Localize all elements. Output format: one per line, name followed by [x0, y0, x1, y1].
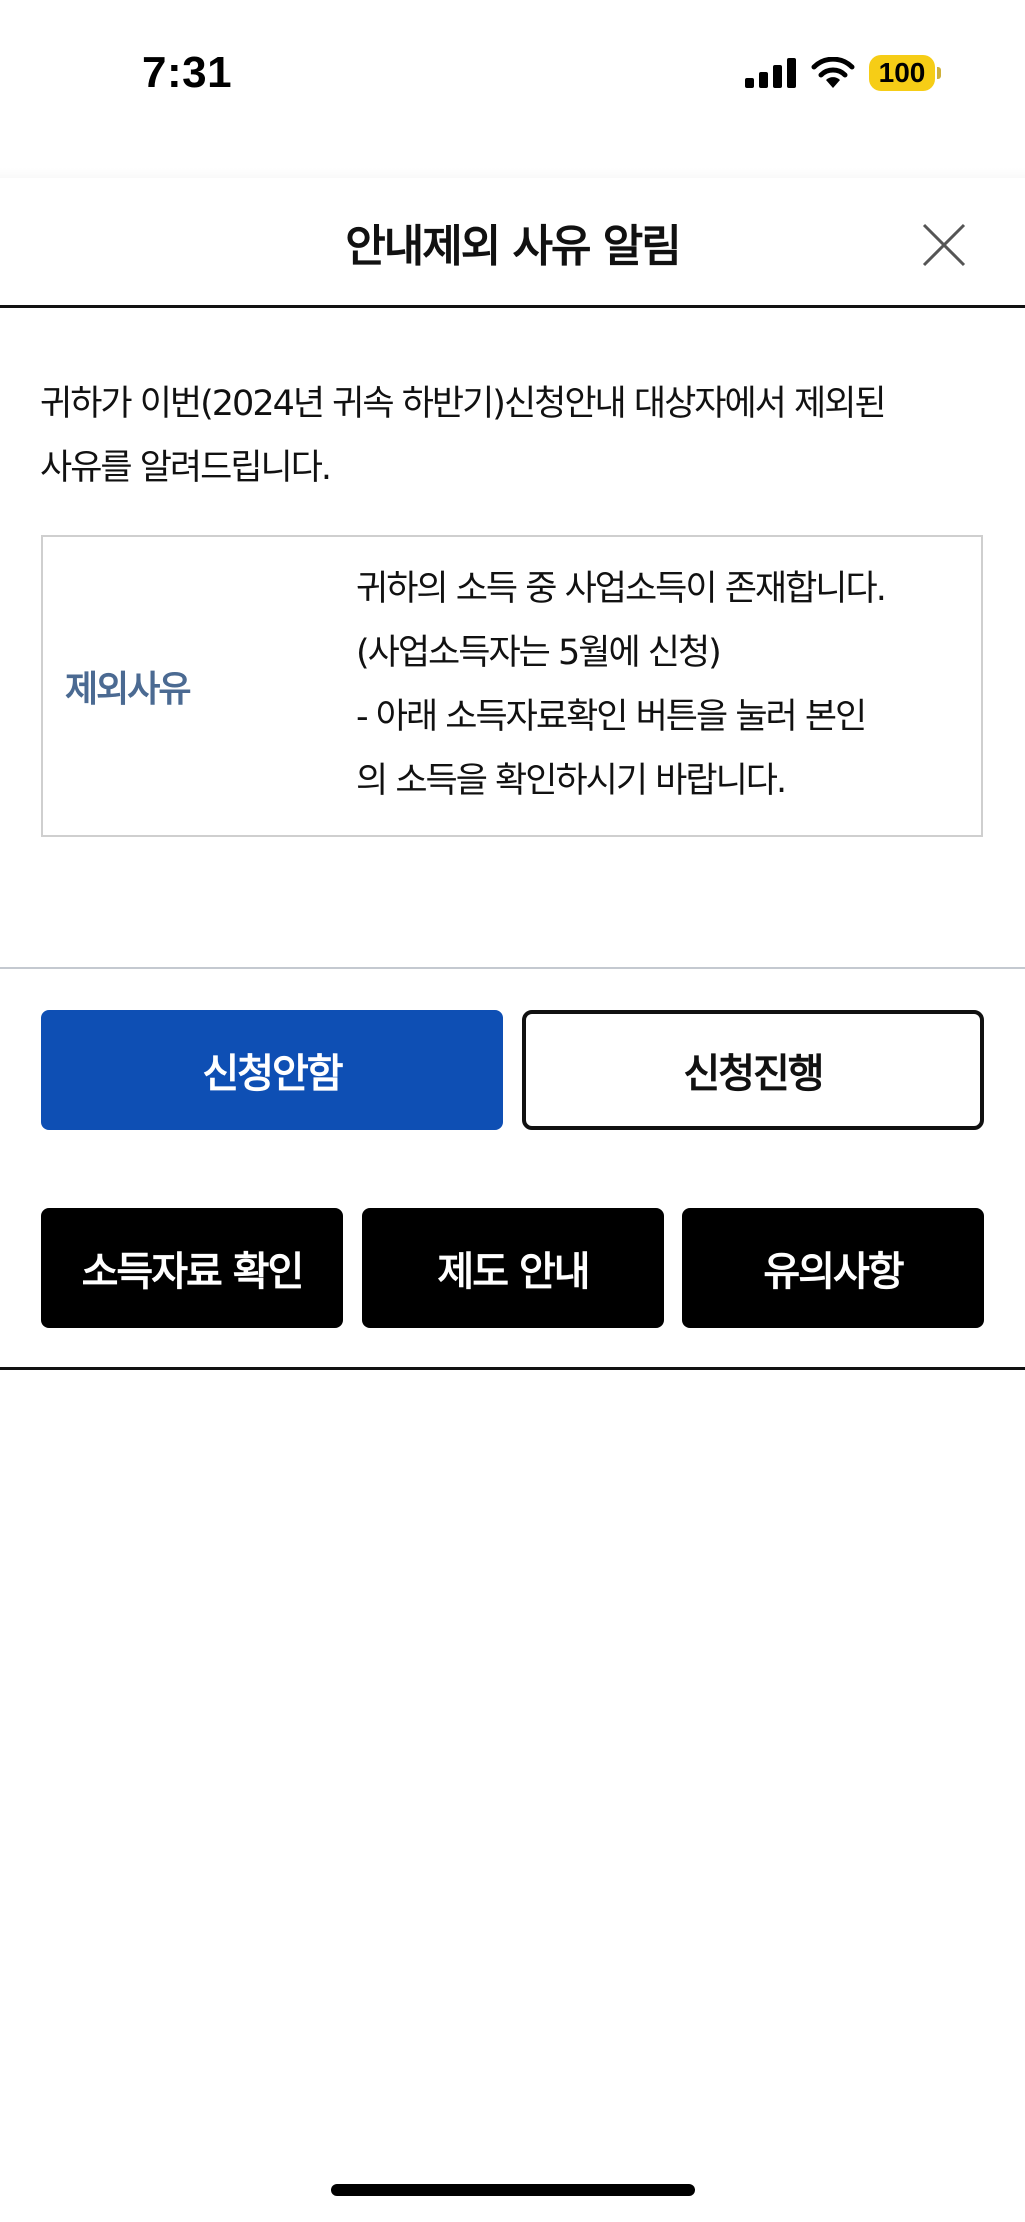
battery-level: 100: [869, 55, 935, 91]
system-guide-button[interactable]: 제도 안내: [362, 1208, 664, 1328]
status-time: 7:31: [142, 48, 233, 97]
exclusion-reason-box: 제외사유 귀하의 소득 중 사업소득이 존재합니다. (사업소득자는 5월에 신…: [41, 535, 983, 837]
close-icon[interactable]: [921, 222, 967, 268]
status-icons: 100: [745, 55, 941, 91]
reason-content: 귀하의 소득 중 사업소득이 존재합니다. (사업소득자는 5월에 신청) - …: [356, 557, 966, 813]
income-data-check-button[interactable]: 소득자료 확인: [41, 1208, 343, 1328]
proceed-application-button[interactable]: 신청진행: [522, 1010, 984, 1130]
close-button[interactable]: [921, 222, 967, 268]
sheet-header: 안내제외 사유 알림: [0, 178, 1025, 308]
battery-icon: 100: [869, 55, 941, 91]
intro-line-2: 사유를 알려드립니다.: [40, 448, 332, 488]
status-bar: 7:31 100: [0, 0, 1025, 150]
reason-line-2: (사업소득자는 5월에 신청): [356, 633, 722, 673]
intro-line-1: 귀하가 이번(2024년 귀속 하반기)신청안내 대상자에서 제외된: [40, 384, 887, 424]
reason-label: 제외사유: [65, 669, 191, 710]
battery-tip: [937, 67, 941, 79]
signal-icon: [745, 58, 796, 88]
home-indicator[interactable]: [331, 2184, 695, 2196]
intro-text: 귀하가 이번(2024년 귀속 하반기)신청안내 대상자에서 제외된 사유를 알…: [40, 372, 990, 500]
reason-line-4: 의 소득을 확인하시기 바랍니다.: [356, 761, 787, 801]
precautions-button[interactable]: 유의사항: [682, 1208, 984, 1328]
reason-line-3: - 아래 소득자료확인 버튼을 눌러 본인: [356, 697, 867, 737]
decline-application-button[interactable]: 신청안함: [41, 1010, 503, 1130]
wifi-icon: [811, 57, 855, 88]
reason-line-1: 귀하의 소득 중 사업소득이 존재합니다.: [356, 569, 887, 609]
sheet-title: 안내제외 사유 알림: [345, 221, 681, 272]
divider: [0, 967, 1025, 969]
bottom-divider: [0, 1367, 1025, 1370]
